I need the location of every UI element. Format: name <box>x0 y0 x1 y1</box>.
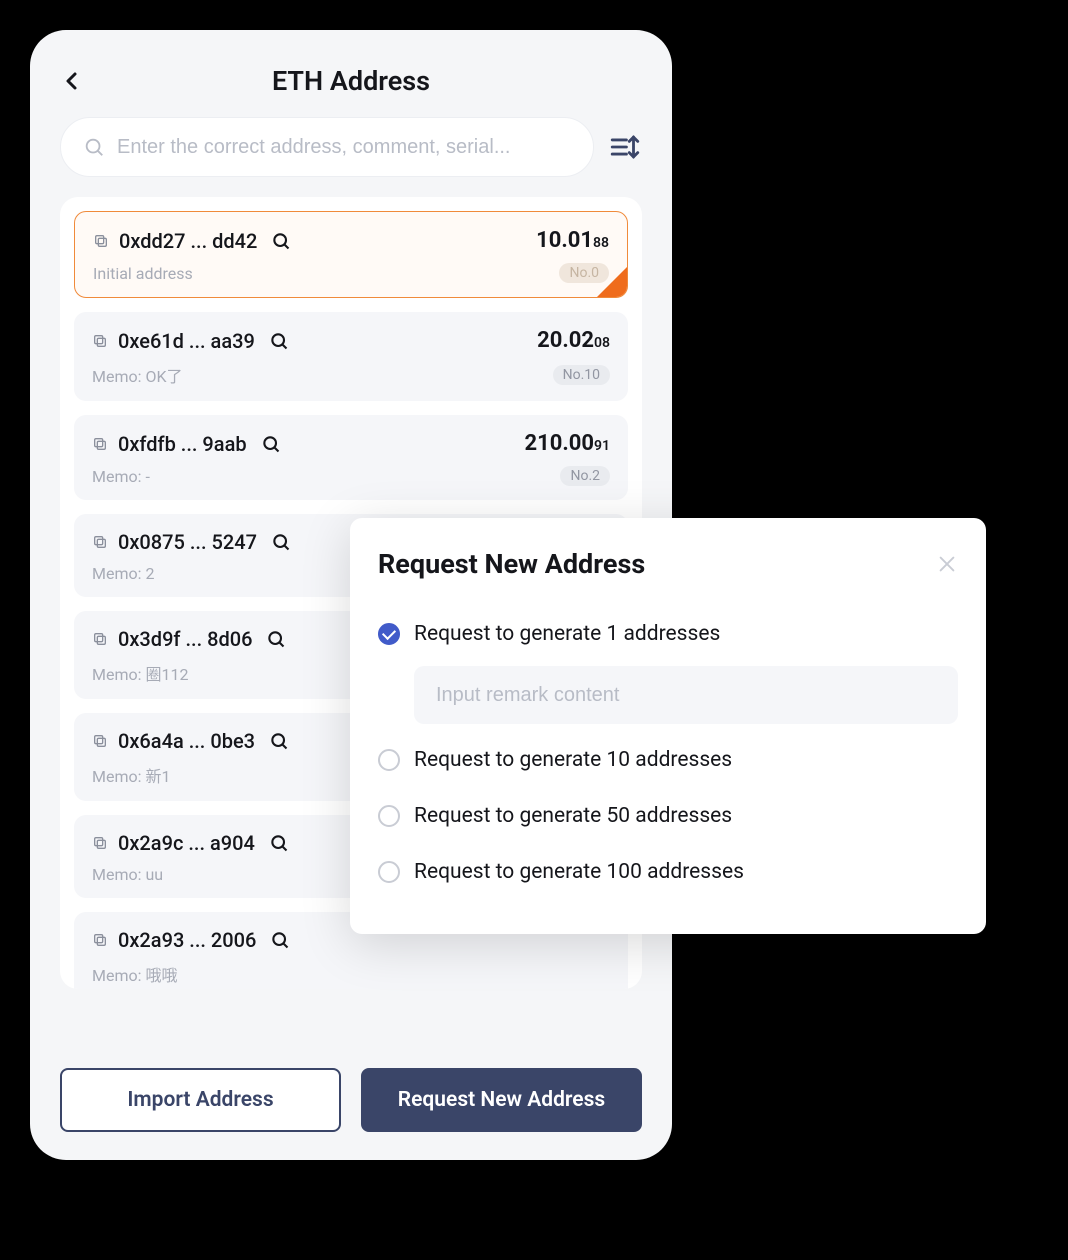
inspect-button[interactable] <box>266 629 286 649</box>
index-badge: No.10 <box>553 365 610 385</box>
copy-icon <box>92 733 108 749</box>
copy-icon <box>92 932 108 948</box>
address-text: 0x0875 ... 5247 <box>118 530 257 554</box>
chevron-left-icon <box>60 69 84 93</box>
option-label: Request to generate 1 addresses <box>414 622 720 646</box>
balance-amount: 210.0091 <box>525 431 611 456</box>
sort-icon <box>608 130 642 164</box>
magnify-icon <box>269 731 289 751</box>
balance-amount: 20.0208 <box>537 328 610 353</box>
address-text: 0xe61d ... aa39 <box>118 329 255 353</box>
inspect-button[interactable] <box>271 532 291 552</box>
generate-option[interactable]: Request to generate 10 addresses <box>378 732 958 788</box>
copy-button[interactable] <box>92 631 108 647</box>
radio-icon <box>378 861 400 883</box>
balance-amount: 10.0188 <box>536 228 609 253</box>
address-card[interactable]: 0xdd27 ... dd4210.0188Initial addressNo.… <box>74 211 628 298</box>
inspect-button[interactable] <box>269 833 289 853</box>
inspect-button[interactable] <box>269 331 289 351</box>
memo-text: Memo: 2 <box>92 564 154 583</box>
address-card[interactable]: 0xfdfb ... 9aab 210.0091 Memo: - No.2 <box>74 415 628 500</box>
copy-icon <box>92 534 108 550</box>
address-text: 0x2a9c ... a904 <box>118 831 255 855</box>
remark-input[interactable] <box>436 684 936 707</box>
address-text: 0x3d9f ... 8d06 <box>118 627 252 651</box>
page-title: ETH Address <box>84 65 618 97</box>
copy-button[interactable] <box>92 835 108 851</box>
address-text: 0x6a4a ... 0be3 <box>118 729 255 753</box>
bottom-actions: Import Address Request New Address <box>60 1068 642 1132</box>
memo-text: Memo: 哦哦 <box>92 962 177 986</box>
request-new-address-button[interactable]: Request New Address <box>361 1068 642 1132</box>
remark-field[interactable] <box>414 666 958 724</box>
modal-options: Request to generate 1 addresses Request t… <box>378 606 958 900</box>
copy-icon <box>92 631 108 647</box>
header: ETH Address <box>30 30 672 117</box>
address-text: 0xfdfb ... 9aab <box>118 432 247 456</box>
copy-button[interactable] <box>92 932 108 948</box>
address-text: 0x2a93 ... 2006 <box>118 928 256 952</box>
close-icon <box>936 553 958 575</box>
modal-close-button[interactable] <box>936 553 958 575</box>
magnify-icon <box>261 434 281 454</box>
generate-option[interactable]: Request to generate 100 addresses <box>378 844 958 900</box>
memo-text: Memo: OK了 <box>92 363 183 387</box>
copy-icon <box>92 333 108 349</box>
memo-text: Initial address <box>93 264 193 283</box>
copy-icon <box>93 233 109 249</box>
magnify-icon <box>271 231 291 251</box>
magnify-icon <box>269 833 289 853</box>
memo-text: Memo: 新1 <box>92 763 170 787</box>
copy-icon <box>92 436 108 452</box>
inspect-button[interactable] <box>261 434 281 454</box>
inspect-button[interactable] <box>270 930 290 950</box>
request-address-modal: Request New Address Request to generate … <box>350 518 986 934</box>
copy-button[interactable] <box>92 436 108 452</box>
selected-corner-icon <box>597 267 627 297</box>
copy-icon <box>92 835 108 851</box>
modal-header: Request New Address <box>378 548 958 580</box>
sort-button[interactable] <box>608 130 642 164</box>
radio-icon <box>378 623 400 645</box>
magnify-icon <box>270 930 290 950</box>
magnify-icon <box>269 331 289 351</box>
magnify-icon <box>271 532 291 552</box>
inspect-button[interactable] <box>269 731 289 751</box>
memo-text: Memo: uu <box>92 865 163 884</box>
memo-text: Memo: - <box>92 467 150 486</box>
copy-button[interactable] <box>92 733 108 749</box>
search-box[interactable] <box>60 117 594 177</box>
copy-button[interactable] <box>92 534 108 550</box>
address-card[interactable]: 0xe61d ... aa39 20.0208 Memo: OK了 No.10 <box>74 312 628 401</box>
magnify-icon <box>266 629 286 649</box>
back-button[interactable] <box>60 69 84 93</box>
generate-option[interactable]: Request to generate 1 addresses <box>378 606 958 662</box>
import-address-button[interactable]: Import Address <box>60 1068 341 1132</box>
option-label: Request to generate 50 addresses <box>414 804 732 828</box>
search-icon <box>83 136 105 158</box>
search-input[interactable] <box>117 136 571 159</box>
copy-button[interactable] <box>92 333 108 349</box>
inspect-button[interactable] <box>271 231 291 251</box>
radio-icon <box>378 805 400 827</box>
search-row <box>30 117 672 177</box>
option-label: Request to generate 100 addresses <box>414 860 744 884</box>
option-label: Request to generate 10 addresses <box>414 748 732 772</box>
radio-icon <box>378 749 400 771</box>
index-badge: No.2 <box>560 466 610 486</box>
copy-button[interactable] <box>93 233 109 249</box>
address-text: 0xdd27 ... dd42 <box>119 229 257 253</box>
generate-option[interactable]: Request to generate 50 addresses <box>378 788 958 844</box>
modal-title: Request New Address <box>378 548 645 580</box>
memo-text: Memo: 圈112 <box>92 661 188 685</box>
